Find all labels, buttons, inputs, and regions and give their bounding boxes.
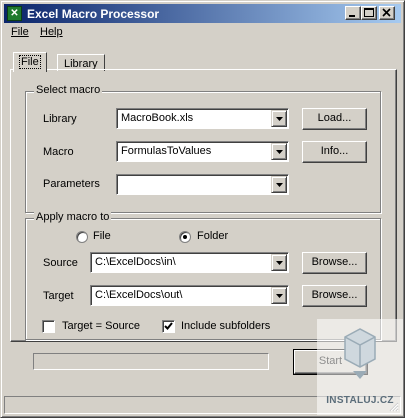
watermark-text: INSTALUJ.CZ [326,395,394,406]
browse-source-button[interactable]: Browse... [302,252,367,274]
radio-folder-label[interactable]: Folder [197,230,228,242]
menu-help-label: Help [40,26,63,38]
library-label: Library [43,113,77,125]
radio-file-label[interactable]: File [93,230,111,242]
parameters-label: Parameters [43,178,100,190]
target-equals-source-checkbox[interactable] [42,320,55,333]
watermark-box-icon [344,328,376,379]
radio-file[interactable] [76,231,88,243]
tab-file-label: File [19,55,41,69]
tab-panel-file: Select macro Library MacroBook.xls Load.… [10,69,397,342]
library-select-value: MacroBook.xls [121,112,194,124]
menu-file[interactable]: File [11,26,29,38]
target-equals-source-label[interactable]: Target = Source [62,320,140,332]
select-macro-group: Select macro Library MacroBook.xls Load.… [25,84,381,213]
macro-label: Macro [43,146,74,158]
window-title: Excel Macro Processor [27,7,160,21]
checkmark-icon [164,322,173,330]
minimize-icon [349,15,355,17]
chevron-down-icon[interactable] [271,110,287,127]
source-label: Source [43,257,78,269]
radio-folder[interactable] [179,231,191,243]
app-window: ✕ Excel Macro Processor File Help File L… [0,0,405,418]
excel-app-icon[interactable]: ✕ [7,6,22,21]
menu-file-label: File [11,26,29,38]
tab-file[interactable]: File [13,52,47,72]
source-path-value: C:\ExcelDocs\in\ [95,256,176,268]
chevron-down-icon[interactable] [271,254,287,271]
library-select[interactable]: MacroBook.xls [116,108,289,129]
include-subfolders-label[interactable]: Include subfolders [181,320,270,332]
target-path-select[interactable]: C:\ExcelDocs\out\ [90,285,289,306]
title-bar[interactable]: ✕ Excel Macro Processor [4,4,401,23]
watermark-logo: INSTALUJ.CZ [317,319,403,415]
chevron-down-icon[interactable] [271,287,287,304]
maximize-icon [364,8,374,17]
parameters-select[interactable] [116,174,289,195]
include-subfolders-checkbox[interactable] [162,320,175,333]
macro-select-value: FormulasToValues [121,145,212,157]
close-icon [382,8,391,17]
chevron-down-icon[interactable] [271,176,287,193]
close-button[interactable] [379,6,395,20]
select-macro-group-label: Select macro [34,84,103,96]
macro-select[interactable]: FormulasToValues [116,141,289,162]
target-label: Target [43,290,74,302]
minimize-button[interactable] [345,6,361,20]
menu-help[interactable]: Help [40,26,63,38]
load-button[interactable]: Load... [302,108,367,130]
browse-target-button[interactable]: Browse... [302,285,367,307]
apply-macro-group-label: Apply macro to [34,211,112,223]
source-path-select[interactable]: C:\ExcelDocs\in\ [90,252,289,273]
maximize-button[interactable] [361,6,377,20]
info-button[interactable]: Info... [302,141,367,163]
target-path-value: C:\ExcelDocs\out\ [95,289,183,301]
progress-bar [33,353,269,370]
chevron-down-icon[interactable] [271,143,287,160]
